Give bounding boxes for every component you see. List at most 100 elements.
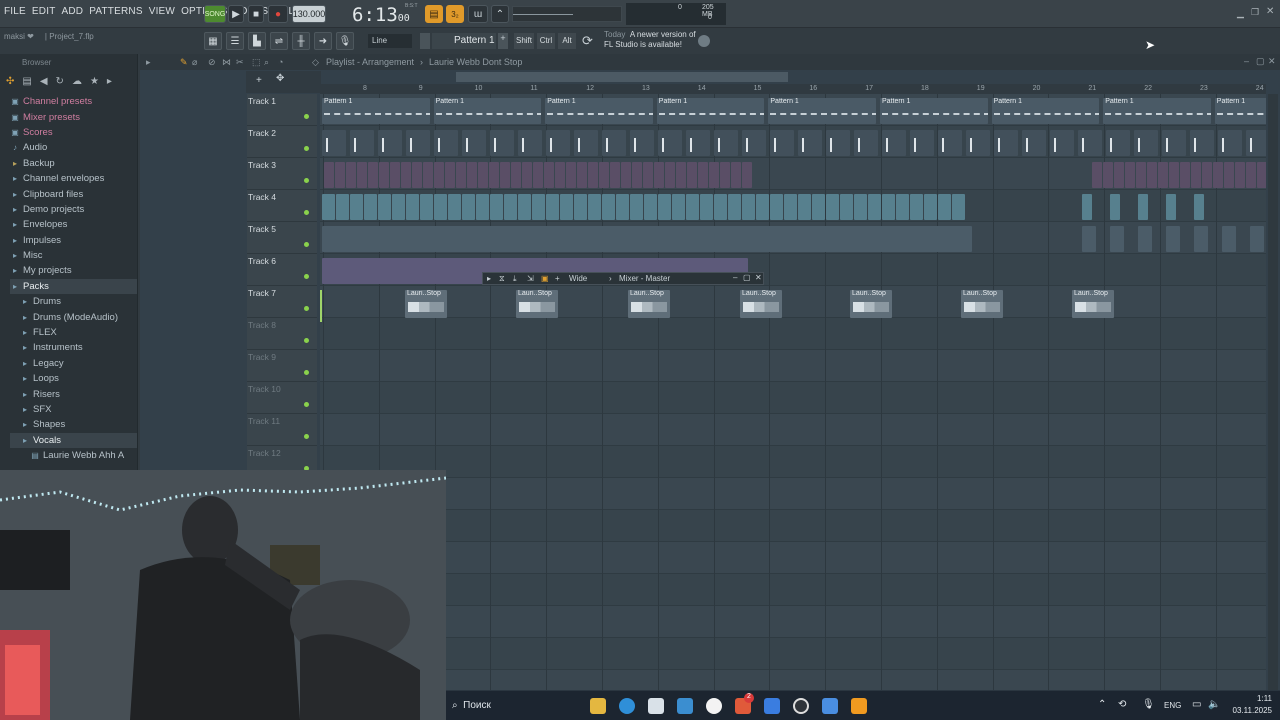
volume-icon[interactable]: 🔈 xyxy=(1208,699,1220,710)
kick-clip[interactable] xyxy=(731,162,741,188)
vocal-clip[interactable] xyxy=(1138,226,1152,252)
bass-clip[interactable] xyxy=(630,194,643,220)
bass-clip[interactable] xyxy=(588,194,601,220)
hat-clip[interactable] xyxy=(994,130,1018,156)
vocal-clip[interactable] xyxy=(1110,226,1124,252)
hat-clip[interactable] xyxy=(1050,130,1074,156)
kick-clip[interactable] xyxy=(1202,162,1212,188)
browser-menu-icon[interactable]: ✣ xyxy=(6,76,14,87)
star-icon[interactable]: ★ xyxy=(90,76,99,87)
audio-clip[interactable]: Lauri..Stop xyxy=(628,290,670,318)
hat-clip[interactable] xyxy=(742,130,766,156)
bass-clip[interactable] xyxy=(336,194,349,220)
track-mute-led[interactable] xyxy=(304,242,309,247)
track-mute-led[interactable] xyxy=(304,434,309,439)
kick-clip[interactable] xyxy=(1169,162,1179,188)
pattern-clip[interactable]: Pattern 1 xyxy=(433,98,542,124)
kick-clip[interactable] xyxy=(1224,162,1234,188)
hat-clip[interactable] xyxy=(826,130,850,156)
back-icon[interactable]: ◀ xyxy=(40,76,48,87)
track-mute-led[interactable] xyxy=(304,402,309,407)
bass-clip[interactable] xyxy=(784,194,797,220)
kick-clip[interactable] xyxy=(1092,162,1102,188)
play-button[interactable]: ▶ xyxy=(228,5,244,23)
kick-clip[interactable] xyxy=(489,162,499,188)
kick-clip[interactable] xyxy=(1114,162,1124,188)
kick-clip[interactable] xyxy=(720,162,730,188)
kick-clip[interactable] xyxy=(566,162,576,188)
bass-clip[interactable] xyxy=(1082,194,1092,220)
playback-tool-icon[interactable]: ◔ xyxy=(278,57,283,67)
bass-clip[interactable] xyxy=(910,194,923,220)
track-mute-led[interactable] xyxy=(304,146,309,151)
time-display[interactable]: 6:1300 xyxy=(352,4,410,26)
mute-tool-icon[interactable]: ⋈ xyxy=(222,57,231,68)
bass-clip[interactable] xyxy=(728,194,741,220)
playlist-close-icon[interactable]: ✕ xyxy=(1268,56,1276,67)
record-button[interactable]: ● xyxy=(268,5,288,23)
hat-clip[interactable] xyxy=(686,130,710,156)
bass-clip[interactable] xyxy=(420,194,433,220)
draw-tool-icon[interactable]: ✎ xyxy=(180,57,188,68)
track-mute-led[interactable] xyxy=(304,210,309,215)
kick-clip[interactable] xyxy=(445,162,455,188)
kick-clip[interactable] xyxy=(390,162,400,188)
track-header[interactable]: Track 3 xyxy=(247,158,317,190)
playlist-menu-icon[interactable]: ▸ xyxy=(146,57,151,68)
hat-clip[interactable] xyxy=(798,130,822,156)
menu-patterns[interactable]: PATTERNS xyxy=(89,6,142,17)
hat-clip[interactable] xyxy=(938,130,962,156)
hat-clip[interactable] xyxy=(462,130,486,156)
tempo-display[interactable]: 130.000 xyxy=(292,5,326,23)
browser-item[interactable]: ▸ Clipboard files xyxy=(10,186,137,201)
playlist-nav-icon[interactable]: ◇ xyxy=(312,57,319,68)
kick-clip[interactable] xyxy=(1235,162,1245,188)
audio-clip[interactable]: Lauri..Stop xyxy=(850,290,892,318)
kick-clip[interactable] xyxy=(412,162,422,188)
shield-icon[interactable] xyxy=(764,698,780,714)
kick-clip[interactable] xyxy=(478,162,488,188)
track-mute-led[interactable] xyxy=(304,370,309,375)
hat-clip[interactable] xyxy=(490,130,514,156)
bass-clip[interactable] xyxy=(1110,194,1120,220)
bass-clip[interactable] xyxy=(574,194,587,220)
hat-clip[interactable] xyxy=(1162,130,1186,156)
mixer-add-icon[interactable]: + xyxy=(555,274,560,283)
browser-item[interactable]: ▣ Mixer presets xyxy=(10,109,137,124)
piano-roll-icon[interactable]: ▙ xyxy=(248,32,266,50)
kick-clip[interactable] xyxy=(1158,162,1168,188)
track-mute-led[interactable] xyxy=(304,274,309,279)
fl-studio-icon[interactable] xyxy=(851,698,867,714)
bass-clip[interactable] xyxy=(812,194,825,220)
bass-clip[interactable] xyxy=(798,194,811,220)
plugin-icon[interactable]: ╫ xyxy=(292,32,310,50)
telegram-icon[interactable] xyxy=(677,698,693,714)
bass-clip[interactable] xyxy=(700,194,713,220)
track-mute-led[interactable] xyxy=(304,114,309,119)
bass-clip[interactable] xyxy=(448,194,461,220)
hat-clip[interactable] xyxy=(630,130,654,156)
bass-clip[interactable] xyxy=(322,194,335,220)
arrow-icon[interactable]: ➜ xyxy=(314,32,332,50)
track-header[interactable]: Track 7 xyxy=(247,286,317,318)
close-icon[interactable]: ✕ xyxy=(1266,6,1274,17)
mixer-close-icon[interactable]: ✕ xyxy=(755,273,762,282)
obs-icon[interactable] xyxy=(793,698,809,714)
browser-item[interactable]: ▣ Scores xyxy=(10,125,137,140)
browser-item[interactable]: ▸ FLEX xyxy=(10,325,137,340)
zoom-tool-icon[interactable]: ⌕ xyxy=(264,57,269,68)
pattern-clip[interactable]: Pattern 1 xyxy=(1103,98,1211,124)
browser-item[interactable]: ▤ Laurie Webb Ahh A xyxy=(10,448,137,463)
hat-clip[interactable] xyxy=(882,130,906,156)
bass-clip[interactable] xyxy=(1138,194,1148,220)
vocal-clip[interactable] xyxy=(1222,226,1236,252)
delete-tool-icon[interactable]: ⊘ xyxy=(208,57,216,68)
hat-clip[interactable] xyxy=(602,130,626,156)
hat-clip[interactable] xyxy=(1246,130,1266,156)
vocal-clip[interactable] xyxy=(1082,226,1096,252)
stop-button[interactable]: ■ xyxy=(248,5,264,23)
timeline-ruler[interactable]: 8 9 10 11 12 13 14 15 16 17 18 19 20 21 22 23 24 xyxy=(320,84,1266,94)
edge-icon[interactable] xyxy=(619,698,635,714)
countdown-icon[interactable]: 3₂ xyxy=(446,5,464,23)
bass-clip[interactable] xyxy=(924,194,937,220)
